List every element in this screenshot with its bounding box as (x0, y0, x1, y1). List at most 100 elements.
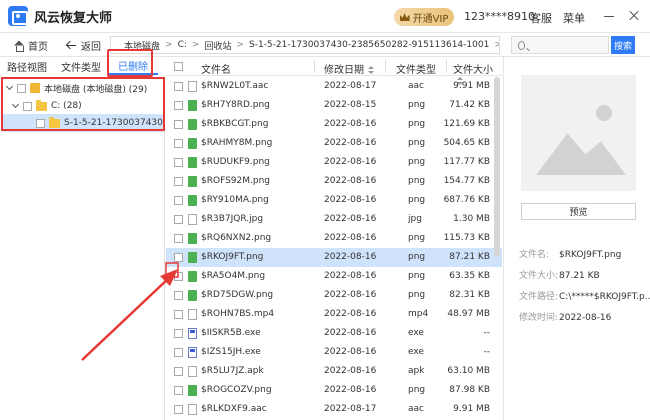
file-list-scrollbar[interactable] (494, 77, 500, 257)
file-row[interactable]: $R3B7JQR.jpg 2022-08-16 jpg 1.30 MB (166, 210, 502, 229)
menu-button[interactable]: 菜单 (563, 10, 585, 26)
home-button[interactable]: 首页 (14, 38, 48, 53)
crumb-c-drive[interactable]: C: (178, 40, 187, 50)
file-row[interactable]: $RQ6NXN2.png 2022-08-16 png 115.73 KB (166, 229, 502, 248)
file-row[interactable]: $ROFS92M.png 2022-08-16 png 154.77 KB (166, 172, 502, 191)
file-row[interactable]: $RNW2L0T.aac 2022-08-17 aac 9.91 MB (166, 77, 502, 96)
file-row[interactable]: $ROGCOZV.png 2022-08-16 png 87.98 KB (166, 381, 502, 400)
file-checkbox[interactable] (174, 348, 183, 357)
file-checkbox[interactable] (174, 272, 183, 281)
back-button[interactable]: 返回 (66, 38, 101, 53)
file-name: $RNW2L0T.aac (201, 81, 269, 91)
file-size: 1.30 MB (453, 214, 490, 224)
file-row[interactable]: $RD75DGW.png 2022-08-16 png 82.31 KB (166, 286, 502, 305)
file-checkbox[interactable] (174, 291, 183, 300)
file-row[interactable]: $ROHN7BS.mp4 2022-08-16 mp4 48.97 MB (166, 305, 502, 324)
customer-service-button[interactable]: 客服 (530, 10, 552, 26)
file-type: mp4 (408, 309, 429, 319)
column-date[interactable]: 修改日期 (324, 61, 374, 76)
file-size: 121.69 KB (443, 119, 490, 129)
vip-button[interactable]: 开通VIP (394, 8, 454, 26)
file-checkbox[interactable] (174, 215, 183, 224)
file-checkbox[interactable] (174, 196, 183, 205)
file-row[interactable]: $IISKR5B.exe 2022-08-16 exe -- (166, 324, 502, 343)
crown-icon (399, 13, 410, 21)
preview-button[interactable]: 预览 (521, 203, 636, 220)
file-checkbox[interactable] (174, 120, 183, 129)
search-input[interactable] (528, 37, 608, 53)
file-checkbox[interactable] (174, 367, 183, 376)
file-type: png (408, 290, 426, 300)
file-checkbox[interactable] (174, 253, 183, 262)
file-type: png (408, 157, 426, 167)
column-name[interactable]: 文件名 (201, 61, 231, 76)
file-name: $RKOJ9FT.png (201, 252, 264, 262)
file-checkbox[interactable] (174, 101, 183, 110)
file-row[interactable]: $R5LU7JZ.apk 2022-08-16 apk 63.10 MB (166, 362, 502, 381)
title-bar: 风云恢复大师 开通VIP 123****8910 客服 菜单 (0, 0, 650, 33)
close-icon[interactable] (627, 9, 641, 23)
search-button[interactable]: 搜索 (611, 36, 635, 54)
file-row[interactable]: $RAHMY8M.png 2022-08-16 png 504.65 KB (166, 134, 502, 153)
file-checkbox[interactable] (174, 329, 183, 338)
file-date: 2022-08-17 (324, 81, 377, 91)
sort-icon (368, 66, 374, 74)
image-file-icon (188, 100, 197, 111)
navigation-bar: 首页 返回 本地磁盘 > C: > 回收站 > S-1-5-21-1730037… (0, 33, 650, 57)
select-all-checkbox[interactable] (174, 62, 183, 71)
file-checkbox[interactable] (174, 158, 183, 167)
file-checkbox[interactable] (174, 177, 183, 186)
file-row[interactable]: $RH7Y8RD.png 2022-08-15 png 71.42 KB (166, 96, 502, 115)
crumb-sid-folder[interactable]: S-1-5-21-1730037430-2385650282-915113614… (249, 40, 489, 50)
file-row[interactable]: $RA5O4M.png 2022-08-16 png 63.35 KB (166, 267, 502, 286)
info-filesize: 文件大小:87.21 KB (519, 271, 600, 281)
path-breadcrumb[interactable]: 本地磁盘 > C: > 回收站 > S-1-5-21-1730037430-23… (110, 36, 500, 54)
search-icon (518, 40, 525, 50)
file-size: 87.21 KB (449, 252, 490, 262)
file-icon (188, 366, 197, 377)
sun-icon (596, 105, 612, 121)
file-size: 87.98 KB (449, 385, 490, 395)
file-date: 2022-08-16 (324, 271, 377, 281)
tab-path-view[interactable]: 路径视图 (0, 57, 54, 75)
image-file-icon (188, 271, 197, 282)
file-size: 63.10 MB (447, 366, 490, 376)
file-date: 2022-08-16 (324, 385, 377, 395)
search-box[interactable] (511, 36, 609, 54)
file-size: 9.91 MB (453, 81, 490, 91)
file-row[interactable]: $IZS15JH.exe 2022-08-16 exe -- (166, 343, 502, 362)
file-type: aac (408, 404, 424, 414)
file-size: 504.65 KB (443, 138, 490, 148)
mountain-icon (536, 133, 626, 175)
minimize-icon[interactable] (602, 9, 616, 23)
file-row[interactable]: $RUDUKF9.png 2022-08-16 png 117.77 KB (166, 153, 502, 172)
file-list: 文件名 修改日期 文件类型 文件大小 $RNW2L0T.aac 2022-08-1… (166, 57, 502, 420)
file-checkbox[interactable] (174, 139, 183, 148)
column-type[interactable]: 文件类型 (396, 61, 436, 76)
file-checkbox[interactable] (174, 82, 183, 91)
info-modified: 修改时间:2022-08-16 (519, 313, 612, 323)
file-row[interactable]: $RKOJ9FT.png 2022-08-16 png 87.21 KB (166, 248, 502, 267)
file-checkbox[interactable] (174, 386, 183, 395)
file-size: 71.42 KB (449, 100, 490, 110)
file-name: $R5LU7JZ.apk (201, 366, 264, 376)
file-row[interactable]: $RLKDXF9.aac 2022-08-17 aac 9.91 MB (166, 400, 502, 419)
app-title: 风云恢复大师 (34, 10, 113, 26)
file-icon (188, 214, 197, 225)
file-row[interactable]: $RY910MA.png 2022-08-16 png 687.76 KB (166, 191, 502, 210)
file-type: png (408, 176, 426, 186)
file-row[interactable]: $RBKBCGT.png 2022-08-16 png 121.69 KB (166, 115, 502, 134)
file-name: $RD75DGW.png (201, 290, 274, 300)
image-file-icon (188, 138, 197, 149)
tab-file-type[interactable]: 文件类型 (54, 57, 108, 75)
file-checkbox[interactable] (174, 234, 183, 243)
user-account[interactable]: 123****8910 (464, 10, 535, 23)
info-filepath: 文件路径:C:\*****$RKOJ9FT.p... (519, 292, 650, 302)
file-type: png (408, 100, 426, 110)
info-filename: 文件名: $RKOJ9FT.png (519, 250, 622, 260)
file-checkbox[interactable] (174, 405, 183, 414)
preview-placeholder-image (521, 75, 636, 191)
file-checkbox[interactable] (174, 310, 183, 319)
crumb-recycle-bin[interactable]: 回收站 (204, 39, 231, 52)
file-type: png (408, 385, 426, 395)
